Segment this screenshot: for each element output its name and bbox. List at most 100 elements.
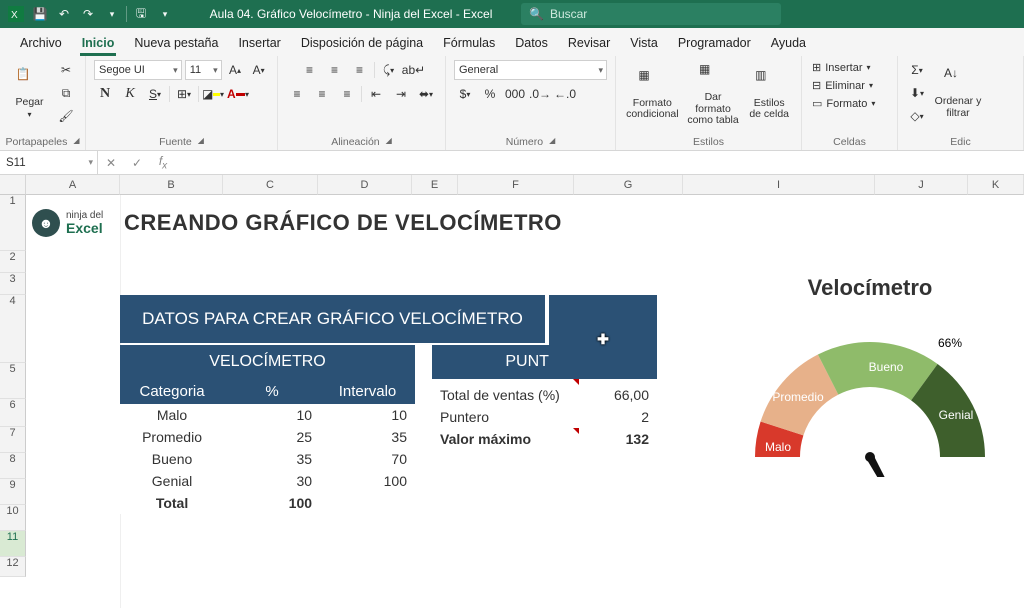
fill-color-button[interactable]: ◪▾ — [202, 84, 224, 104]
wrap-text-button[interactable]: ab↵ — [403, 60, 425, 80]
col-header[interactable]: D — [318, 175, 412, 195]
increase-decimal-button[interactable]: .0→ — [529, 84, 551, 104]
sort-filter-button[interactable]: A↓Ordenar y filtrar — [932, 64, 984, 121]
col-header[interactable]: K — [968, 175, 1024, 195]
format-as-table-button[interactable]: ▦Dar formato como tabla — [685, 60, 742, 129]
font-color-button[interactable]: A▾ — [227, 84, 249, 104]
number-format-combo[interactable]: General — [454, 60, 607, 80]
col-header[interactable]: F — [458, 175, 574, 195]
cut-button[interactable]: ✂ — [55, 60, 77, 80]
chevron-down-icon[interactable]: ▾ — [155, 4, 175, 24]
cell-styles-button[interactable]: ▥Estilos de celda — [745, 66, 793, 123]
thousands-button[interactable]: 000 — [504, 84, 526, 104]
increase-indent-button[interactable]: ⇥ — [390, 84, 412, 104]
copy-icon: ⧉ — [62, 86, 71, 101]
select-all-corner[interactable] — [0, 175, 26, 195]
tab-nueva-pestana[interactable]: Nueva pestaña — [124, 30, 228, 56]
col-header[interactable]: C — [223, 175, 318, 195]
row-header[interactable]: 6 — [0, 399, 26, 427]
align-top-button[interactable]: ≡ — [299, 60, 321, 80]
name-box[interactable]: S11 — [0, 151, 98, 174]
tab-disposicion[interactable]: Disposición de página — [291, 30, 433, 56]
copy-button[interactable]: ⧉ — [55, 83, 77, 103]
align-bottom-button[interactable]: ≡ — [349, 60, 371, 80]
redo-icon[interactable]: ↷ — [78, 4, 98, 24]
clipboard-icon: 📋 — [16, 67, 44, 95]
svg-text:X: X — [11, 10, 18, 21]
dialog-launcher-icon[interactable]: ◢ — [386, 136, 392, 148]
tab-revisar[interactable]: Revisar — [558, 30, 620, 56]
row-header[interactable]: 10 — [0, 505, 26, 531]
underline-button[interactable]: S▾ — [144, 84, 166, 104]
font-name-combo[interactable]: Segoe UI — [94, 60, 182, 80]
col-header[interactable]: A — [26, 175, 120, 195]
formula-bar: S11 ✕ ✓ fx — [0, 151, 1024, 175]
borders-icon: ⊞ — [177, 87, 187, 101]
decrease-indent-button[interactable]: ⇤ — [365, 84, 387, 104]
decrease-font-button[interactable]: A▾ — [248, 60, 269, 80]
col-header[interactable]: J — [875, 175, 968, 195]
conditional-format-button[interactable]: ▦Formato condicional — [624, 66, 681, 123]
col-header[interactable]: G — [574, 175, 683, 195]
tab-programador[interactable]: Programador — [668, 30, 761, 56]
col-header[interactable]: B — [120, 175, 223, 195]
italic-button[interactable]: K — [119, 84, 141, 104]
row-header[interactable]: 1 — [0, 195, 26, 251]
merge-button[interactable]: ⬌▾ — [415, 84, 437, 104]
row-header[interactable]: 4 — [0, 295, 26, 363]
increase-font-button[interactable]: A▴ — [225, 60, 246, 80]
delete-cells-button[interactable]: ⊟Eliminar ▾ — [810, 78, 877, 93]
dialog-launcher-icon[interactable]: ◢ — [73, 136, 79, 148]
tab-archivo[interactable]: Archivo — [10, 30, 72, 56]
enter-formula-button[interactable]: ✓ — [124, 156, 150, 170]
insert-cells-button[interactable]: ⊞Insertar ▾ — [810, 60, 877, 75]
tab-datos[interactable]: Datos — [505, 30, 558, 56]
align-right-button[interactable]: ≡ — [336, 84, 358, 104]
row-header[interactable]: 11 — [0, 531, 26, 557]
currency-button[interactable]: $▾ — [454, 84, 476, 104]
gauge-chart[interactable]: Velocímetro Malo Promedio Bueno Genial 6… — [730, 275, 1010, 477]
tell-me-search[interactable]: 🔍 Buscar — [521, 3, 781, 25]
cancel-formula-button[interactable]: ✕ — [98, 156, 124, 170]
tab-formulas[interactable]: Fórmulas — [433, 30, 505, 56]
align-middle-button[interactable]: ≡ — [324, 60, 346, 80]
align-left-button[interactable]: ≡ — [286, 84, 308, 104]
chart-title: Velocímetro — [730, 275, 1010, 301]
row-header[interactable]: 7 — [0, 427, 26, 453]
col-header[interactable]: I — [683, 175, 875, 195]
paste-button[interactable]: 📋 Pegar ▾ — [8, 65, 51, 122]
tab-insertar[interactable]: Insertar — [228, 30, 290, 56]
col-header[interactable]: E — [412, 175, 458, 195]
align-center-button[interactable]: ≡ — [311, 84, 333, 104]
bucket-icon: ◪ — [202, 87, 213, 101]
dialog-launcher-icon[interactable]: ◢ — [549, 136, 555, 148]
row-header[interactable]: 8 — [0, 453, 26, 479]
row-header[interactable]: 5 — [0, 363, 26, 399]
decrease-decimal-button[interactable]: ←.0 — [554, 84, 576, 104]
brush-icon: 🖌 — [58, 109, 73, 123]
tab-ayuda[interactable]: Ayuda — [761, 30, 816, 56]
row-header[interactable]: 3 — [0, 273, 26, 295]
dialog-launcher-icon[interactable]: ◢ — [198, 136, 204, 148]
row-header[interactable]: 9 — [0, 479, 26, 505]
chevron-down-icon[interactable]: ▾ — [102, 4, 122, 24]
undo-icon[interactable]: ↶ — [54, 4, 74, 24]
tab-inicio[interactable]: Inicio — [72, 30, 125, 56]
autosum-button[interactable]: Σ▾ — [906, 60, 928, 80]
format-cells-button[interactable]: ▭Formato ▾ — [810, 96, 877, 111]
row-header[interactable]: 12 — [0, 557, 26, 577]
row-header[interactable]: 2 — [0, 251, 26, 273]
worksheet[interactable]: A B C D E F G I J K 1 2 3 4 5 6 7 8 9 10… — [0, 175, 1024, 608]
borders-button[interactable]: ⊞▾ — [173, 84, 195, 104]
fx-button[interactable]: fx — [150, 154, 176, 171]
clear-button[interactable]: ◇▾ — [906, 106, 928, 126]
bold-button[interactable]: N — [94, 84, 116, 104]
font-size-combo[interactable]: 11 — [185, 60, 222, 80]
percent-button[interactable]: % — [479, 84, 501, 104]
save-alt-icon[interactable]: 🖫 — [131, 4, 151, 24]
save-icon[interactable]: 💾 — [30, 4, 50, 24]
fill-button[interactable]: ⬇▾ — [906, 83, 928, 103]
orientation-button[interactable]: ⤹▾ — [378, 60, 400, 80]
format-painter-button[interactable]: 🖌 — [55, 106, 77, 126]
tab-vista[interactable]: Vista — [620, 30, 668, 56]
